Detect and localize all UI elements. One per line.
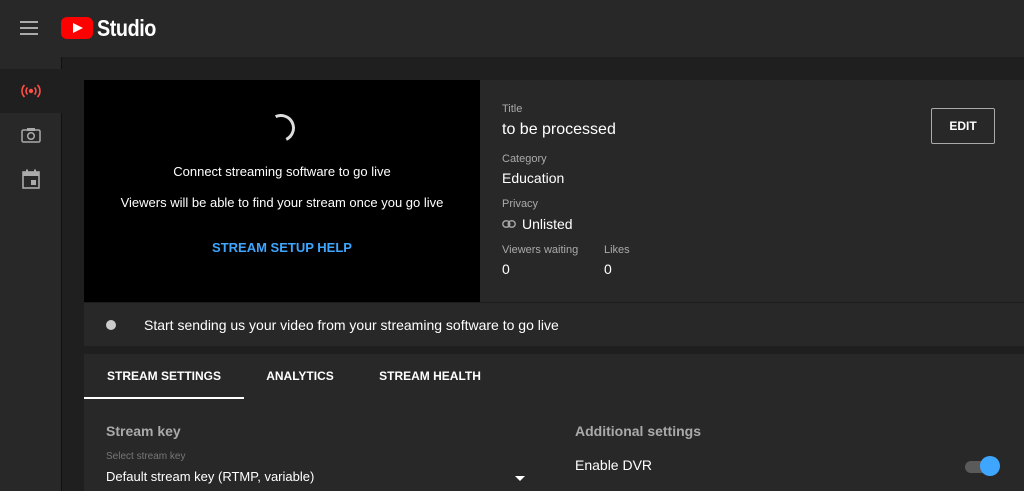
studio-logo[interactable]: Studio	[61, 14, 166, 42]
stream-key-select-label: Select stream key	[106, 451, 186, 462]
stream-preview: Connect streaming software to go live Vi…	[84, 80, 480, 302]
privacy-row: Unlisted	[502, 216, 573, 232]
tab-stream-settings[interactable]: STREAM SETTINGS	[84, 354, 244, 399]
sidebar-item-webcam[interactable]	[0, 113, 62, 157]
youtube-play-icon	[61, 17, 93, 39]
top-bar: Studio	[0, 0, 1024, 57]
live-icon	[21, 84, 41, 98]
stream-key-select[interactable]: Default stream key (RTMP, variable)	[106, 469, 314, 484]
stream-title: to be processed	[502, 121, 616, 138]
loading-spinner-icon	[263, 110, 299, 146]
app-name: Studio	[97, 14, 156, 41]
preview-subtext: Viewers will be able to find your stream…	[120, 195, 444, 210]
hamburger-menu-icon[interactable]	[16, 16, 42, 40]
privacy-value: Unlisted	[522, 216, 573, 232]
category-label: Category	[502, 153, 547, 165]
main-content: Connect streaming software to go live Vi…	[62, 57, 1024, 491]
viewers-waiting-count: 0	[502, 261, 510, 277]
dropdown-arrow-icon[interactable]	[515, 476, 525, 481]
enable-dvr-label: Enable DVR	[575, 457, 653, 473]
viewers-waiting-label: Viewers waiting	[502, 244, 579, 256]
stream-info-panel: Title to be processed EDIT Category Educ…	[480, 80, 1024, 302]
tab-bar: STREAM SETTINGS ANALYTICS STREAM HEALTH	[84, 354, 1024, 399]
sidebar-item-manage[interactable]	[0, 157, 62, 201]
title-label: Title	[502, 103, 523, 115]
stream-settings-panel: Stream key Select stream key Default str…	[84, 399, 1024, 491]
status-indicator-icon	[106, 320, 116, 330]
stream-key-heading: Stream key	[106, 423, 181, 439]
calendar-icon	[22, 169, 40, 189]
sidebar-item-stream[interactable]	[0, 69, 62, 113]
preview-message: Connect streaming software to go live	[173, 164, 391, 179]
sidebar	[0, 57, 62, 491]
stream-status-bar: Start sending us your video from your st…	[84, 302, 1024, 346]
likes-label: Likes	[604, 244, 630, 256]
edit-button[interactable]: EDIT	[931, 108, 995, 144]
likes-count: 0	[604, 261, 612, 277]
tab-stream-health[interactable]: STREAM HEALTH	[364, 354, 496, 399]
tab-analytics[interactable]: ANALYTICS	[256, 354, 344, 399]
enable-dvr-toggle-knob[interactable]	[980, 456, 1000, 476]
additional-settings-heading: Additional settings	[575, 423, 701, 439]
stream-setup-help-link[interactable]: STREAM SETUP HELP	[84, 240, 480, 255]
privacy-label: Privacy	[502, 198, 539, 210]
link-icon	[502, 220, 516, 228]
status-message: Start sending us your video from your st…	[144, 317, 559, 333]
camera-icon	[21, 128, 41, 143]
category-value: Education	[502, 170, 565, 186]
